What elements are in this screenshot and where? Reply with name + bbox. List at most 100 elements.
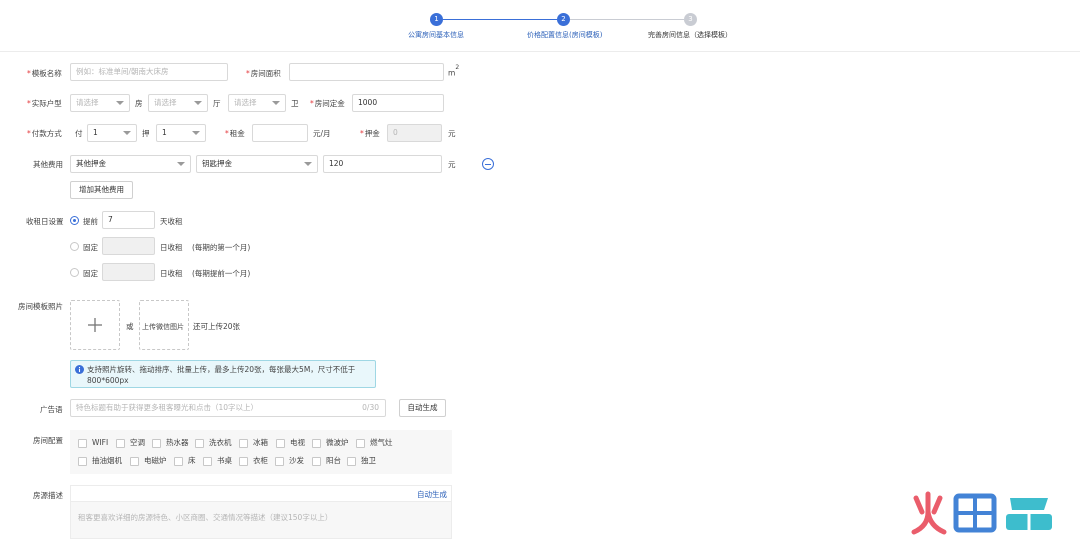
advance-suffix: 天收租 <box>160 217 183 226</box>
step-connector-2 <box>570 19 684 20</box>
step-2-label: 价格配置信息(房间模板) <box>527 31 603 39</box>
room-area-input[interactable] <box>289 63 444 81</box>
chevron-down-icon <box>177 162 185 166</box>
checkbox[interactable] <box>239 457 248 466</box>
fixed-day-input-1[interactable] <box>102 237 155 255</box>
step-2-dot: 2 <box>557 13 570 26</box>
other-fee-name-select[interactable]: 钥匙押金 <box>196 155 318 173</box>
checkbox[interactable] <box>130 457 139 466</box>
bet-select[interactable]: 1 <box>156 124 206 142</box>
watermark-logo <box>911 491 1052 535</box>
photo-upload-box[interactable] <box>70 300 120 350</box>
other-fees-label: 其他费用 <box>33 160 63 169</box>
security-label: *押金 <box>360 129 380 138</box>
step-3-dot: 3 <box>684 13 697 26</box>
description-textarea[interactable]: 自动生成 租客更喜欢详细的房源特色、小区商圈、交通情况等描述（建议150字以上） <box>70 485 452 539</box>
chevron-down-icon <box>192 131 200 135</box>
step-1-dot: 1 <box>430 13 443 26</box>
option-advance-label: 提前 <box>83 217 98 226</box>
description-auto-generate[interactable]: 自动生成 <box>417 489 447 500</box>
checkbox[interactable] <box>203 457 212 466</box>
layout-bath-select[interactable]: 请选择 <box>228 94 286 112</box>
description-placeholder: 租客更喜欢详细的房源特色、小区商圈、交通情况等描述（建议150字以上） <box>78 513 333 522</box>
radio-fixed-2[interactable] <box>70 268 79 277</box>
pay-prefix: 付 <box>75 129 83 138</box>
layout-hall-unit: 厅 <box>213 99 221 108</box>
fixed-suffix-1: 日收租 <box>160 243 183 252</box>
amenities-label: 房间配置 <box>33 436 63 445</box>
option-fixed-label-1: 固定 <box>83 243 98 252</box>
wechat-upload-box[interactable]: 上传微信图片 <box>139 300 189 350</box>
ad-input[interactable]: 特色标题有助于获得更多租客曝光和点击（10字以上） 0/30 <box>70 399 386 417</box>
deposit-label: *房间定金 <box>310 99 345 108</box>
checkbox[interactable] <box>174 457 183 466</box>
checkbox[interactable] <box>195 439 204 448</box>
other-fee-amount-input[interactable]: 120 <box>323 155 442 173</box>
checkbox[interactable] <box>152 439 161 448</box>
info-icon <box>75 365 84 374</box>
deposit-input[interactable]: 1000 <box>352 94 444 112</box>
description-toolbar: 自动生成 <box>71 486 451 502</box>
auto-generate-ad-button[interactable]: 自动生成 <box>399 399 446 417</box>
steps-bar: 1 2 3 公寓房间基本信息 价格配置信息(房间模板) 完善房间信息（选择模板） <box>0 0 1080 52</box>
rent-unit: 元/月 <box>313 129 331 138</box>
photo-tip-box: 支持照片旋转、拖动排序、批量上传，最多上传20张，每张最大5M，尺寸不低于800… <box>70 360 376 388</box>
checkbox[interactable] <box>312 457 321 466</box>
checkbox[interactable] <box>78 457 87 466</box>
security-input: 0 <box>387 124 442 142</box>
security-unit: 元 <box>448 129 456 138</box>
template-name-label: *模板名称 <box>27 69 62 78</box>
checkbox[interactable] <box>239 439 248 448</box>
step-3-label: 完善房间信息（选择模板） <box>648 31 732 39</box>
layout-room-select[interactable]: 请选择 <box>70 94 130 112</box>
fixed-note-1: (每期的第一个月) <box>192 243 251 252</box>
checkbox[interactable] <box>275 457 284 466</box>
checkbox[interactable] <box>78 439 87 448</box>
layout-bath-unit: 卫 <box>291 99 299 108</box>
upload-remaining: 还可上传20张 <box>193 322 241 331</box>
or-text: 或 <box>126 322 134 331</box>
option-fixed-label-2: 固定 <box>83 269 98 278</box>
step-1-label: 公寓房间基本信息 <box>408 31 464 39</box>
checkbox[interactable] <box>356 439 365 448</box>
fixed-day-input-2[interactable] <box>102 263 155 281</box>
step-connector-1 <box>443 19 557 20</box>
photos-label: 房间模板照片 <box>18 302 63 311</box>
radio-fixed-1[interactable] <box>70 242 79 251</box>
checkbox[interactable] <box>276 439 285 448</box>
room-area-label: *房间面积 <box>246 69 281 78</box>
checkbox[interactable] <box>116 439 125 448</box>
rent-input[interactable] <box>252 124 308 142</box>
fixed-note-2: (每期提前一个月) <box>192 269 251 278</box>
chevron-down-icon <box>123 131 131 135</box>
minus-circle-icon[interactable] <box>482 158 494 170</box>
other-fee-type-select[interactable]: 其他押金 <box>70 155 191 173</box>
plus-icon <box>88 318 102 332</box>
wechat-upload-label: 上传微信图片 <box>142 323 184 331</box>
rent-label: *租金 <box>225 129 245 138</box>
chevron-down-icon <box>272 101 280 105</box>
chevron-down-icon <box>116 101 124 105</box>
template-name-input[interactable]: 例如：标准单间/朝南大床房 <box>70 63 228 81</box>
layout-label: *实际户型 <box>27 99 62 108</box>
rent-day-label: 收租日设置 <box>26 217 64 226</box>
ad-counter: 0/30 <box>362 403 379 412</box>
room-area-unit: m2 <box>448 64 460 78</box>
chevron-down-icon <box>194 101 202 105</box>
add-other-fee-button[interactable]: 增加其他费用 <box>70 181 133 199</box>
photo-tip-text: 支持照片旋转、拖动排序、批量上传，最多上传20张，每张最大5M，尺寸不低于800… <box>87 365 356 385</box>
description-label: 房源描述 <box>33 491 63 500</box>
amenities-panel: WIFI 空调 热水器 洗衣机 冰箱 电视 微波炉 燃气灶 抽油烟机 电磁炉 床… <box>70 430 452 474</box>
bet-prefix: 押 <box>142 129 150 138</box>
layout-room-unit: 房 <box>135 99 143 108</box>
payment-label: *付款方式 <box>27 129 62 138</box>
fixed-suffix-2: 日收租 <box>160 269 183 278</box>
chevron-down-icon <box>304 162 312 166</box>
radio-advance[interactable] <box>70 216 79 225</box>
layout-hall-select[interactable]: 请选择 <box>148 94 208 112</box>
advance-days-input[interactable]: 7 <box>102 211 155 229</box>
other-fee-unit: 元 <box>448 160 456 169</box>
pay-select[interactable]: 1 <box>87 124 137 142</box>
checkbox[interactable] <box>347 457 356 466</box>
checkbox[interactable] <box>312 439 321 448</box>
